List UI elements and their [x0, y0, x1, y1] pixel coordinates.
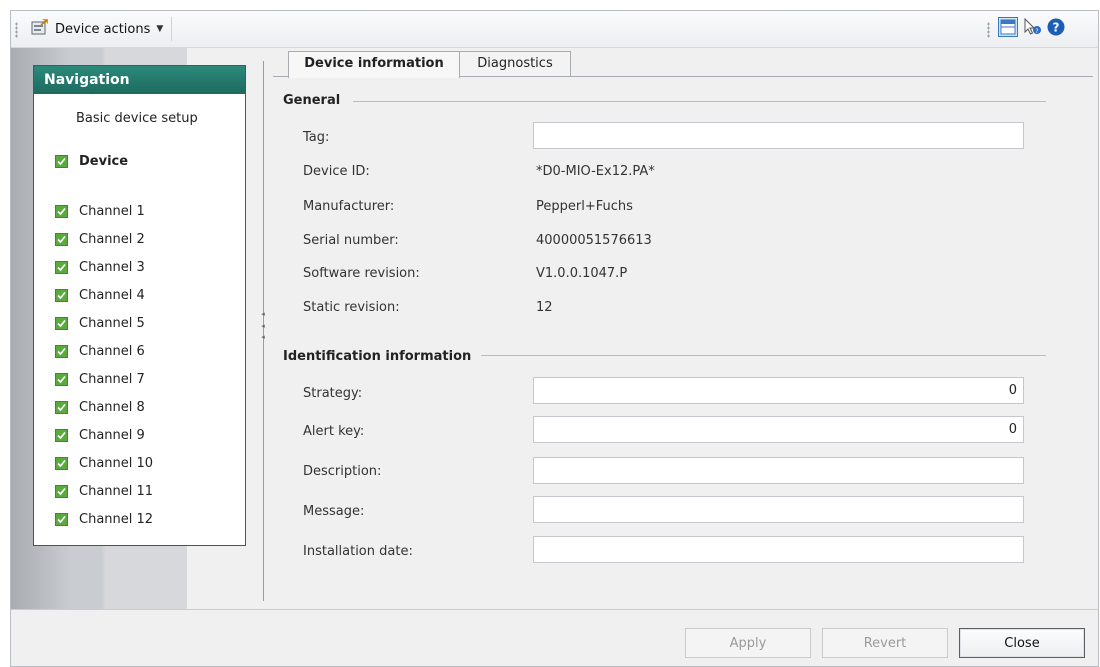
description-label: Description: — [303, 464, 382, 479]
device-actions-menu-button[interactable]: Device actions ▼ — [25, 17, 169, 41]
device-dtm-window: Device actions ▼ ? ? Navigation Basic de… — [10, 10, 1099, 667]
navigation-panel: Navigation Basic device setup Device Cha… — [33, 65, 246, 546]
check-icon — [55, 484, 68, 498]
nav-item-channel-7[interactable]: Channel 7 — [34, 367, 245, 391]
strategy-label: Strategy: — [303, 386, 363, 401]
tag-label: Tag: — [303, 130, 330, 145]
nav-item-channel-1[interactable]: Channel 1 — [34, 199, 245, 223]
alert-key-label: Alert key: — [303, 424, 365, 439]
check-icon — [55, 316, 68, 330]
nav-item-label: Channel 1 — [79, 203, 145, 219]
manufacturer-value: Pepperl+Fuchs — [536, 199, 633, 214]
tab-label: Diagnostics — [477, 56, 553, 71]
chevron-down-icon: ▼ — [156, 24, 164, 34]
context-help-icon: ? — [1022, 17, 1042, 41]
tab-strip: Device information Diagnostics — [273, 51, 1093, 78]
check-icon — [55, 428, 68, 442]
help-icon: ? — [1046, 17, 1066, 41]
nav-item-label: Channel 7 — [79, 371, 145, 387]
serial-number-value: 40000051576613 — [536, 233, 652, 248]
nav-item-channel-3[interactable]: Channel 3 — [34, 255, 245, 279]
device-id-label: Device ID: — [303, 164, 370, 179]
close-button[interactable]: Close — [959, 628, 1085, 658]
check-icon — [55, 400, 68, 414]
context-help-button[interactable]: ? — [1022, 17, 1042, 41]
arrow-left-icon: ◂ — [261, 321, 265, 330]
nav-item-label: Basic device setup — [76, 110, 198, 126]
section-title-general: General — [283, 93, 341, 108]
section-divider — [353, 101, 1046, 102]
nav-item-channel-5[interactable]: Channel 5 — [34, 311, 245, 335]
tab-diagnostics[interactable]: Diagnostics — [459, 51, 571, 77]
device-actions-icon — [31, 18, 49, 40]
alert-key-input[interactable] — [533, 416, 1024, 443]
nav-item-label: Channel 5 — [79, 315, 145, 331]
check-icon — [55, 154, 68, 168]
check-icon — [55, 288, 68, 302]
serial-number-label: Serial number: — [303, 233, 399, 248]
manufacturer-label: Manufacturer: — [303, 199, 395, 214]
nav-item-label: Channel 12 — [79, 511, 154, 527]
nav-item-basic-device-setup[interactable]: Basic device setup — [34, 106, 245, 130]
software-revision-label: Software revision: — [303, 266, 420, 281]
section-divider — [481, 355, 1046, 356]
tag-input[interactable] — [533, 122, 1024, 149]
toolbar-grip[interactable] — [15, 22, 18, 38]
arrow-left-icon: ◂ — [261, 310, 265, 318]
toolbar-grip-right[interactable] — [987, 22, 990, 38]
nav-item-channel-12[interactable]: Channel 12 — [34, 507, 245, 531]
check-icon — [55, 372, 68, 386]
installation-date-label: Installation date: — [303, 544, 413, 559]
nav-item-label: Channel 11 — [79, 483, 154, 499]
section-title-identification: Identification information — [283, 349, 472, 364]
revert-button[interactable]: Revert — [822, 628, 948, 658]
tab-device-information[interactable]: Device information — [288, 51, 460, 78]
device-actions-label: Device actions — [55, 21, 151, 37]
message-input[interactable] — [533, 496, 1024, 523]
software-revision-value: V1.0.0.1047.P — [536, 266, 628, 281]
help-button[interactable]: ? — [1046, 17, 1066, 41]
nav-item-label: Channel 10 — [79, 455, 154, 471]
nav-item-label: Channel 2 — [79, 231, 145, 247]
nav-item-label: Channel 3 — [79, 259, 145, 275]
window-layout-button[interactable] — [998, 17, 1018, 41]
svg-text:?: ? — [1053, 21, 1060, 35]
apply-button[interactable]: Apply — [685, 628, 811, 658]
toolbar-separator — [171, 17, 172, 41]
nav-item-channel-6[interactable]: Channel 6 — [34, 339, 245, 363]
nav-item-label: Channel 4 — [79, 287, 145, 303]
check-icon — [55, 232, 68, 246]
static-revision-label: Static revision: — [303, 300, 400, 315]
nav-item-channel-8[interactable]: Channel 8 — [34, 395, 245, 419]
check-icon — [55, 344, 68, 358]
check-icon — [55, 456, 68, 470]
navigation-title: Navigation — [34, 66, 245, 94]
nav-item-channel-9[interactable]: Channel 9 — [34, 423, 245, 447]
arrow-left-icon: ◂ — [261, 333, 265, 341]
tab-label: Device information — [304, 56, 444, 71]
message-label: Message: — [303, 504, 365, 519]
splitter-collapse-handle[interactable]: ◂ ◂ ◂ — [260, 311, 266, 341]
description-input[interactable] — [533, 457, 1024, 484]
nav-item-channel-11[interactable]: Channel 11 — [34, 479, 245, 503]
nav-item-label: Channel 6 — [79, 343, 145, 359]
nav-item-label: Channel 8 — [79, 399, 145, 415]
check-icon — [55, 512, 68, 526]
nav-item-device[interactable]: Device — [34, 149, 245, 173]
strategy-input[interactable] — [533, 377, 1024, 404]
check-icon — [55, 260, 68, 274]
nav-item-channel-2[interactable]: Channel 2 — [34, 227, 245, 251]
dialog-button-bar: Apply Revert Close — [11, 609, 1098, 666]
nav-item-channel-4[interactable]: Channel 4 — [34, 283, 245, 307]
device-id-value: *D0-MIO-Ex12.PA* — [536, 164, 655, 179]
nav-item-label: Device — [79, 153, 129, 169]
installation-date-input[interactable] — [533, 536, 1024, 563]
nav-item-label: Channel 9 — [79, 427, 145, 443]
nav-item-channel-10[interactable]: Channel 10 — [34, 451, 245, 475]
svg-text:?: ? — [1035, 28, 1038, 35]
toolbar: Device actions ▼ ? ? — [11, 11, 1098, 48]
window-layout-icon — [998, 17, 1018, 41]
static-revision-value: 12 — [536, 300, 553, 315]
check-icon — [55, 204, 68, 218]
